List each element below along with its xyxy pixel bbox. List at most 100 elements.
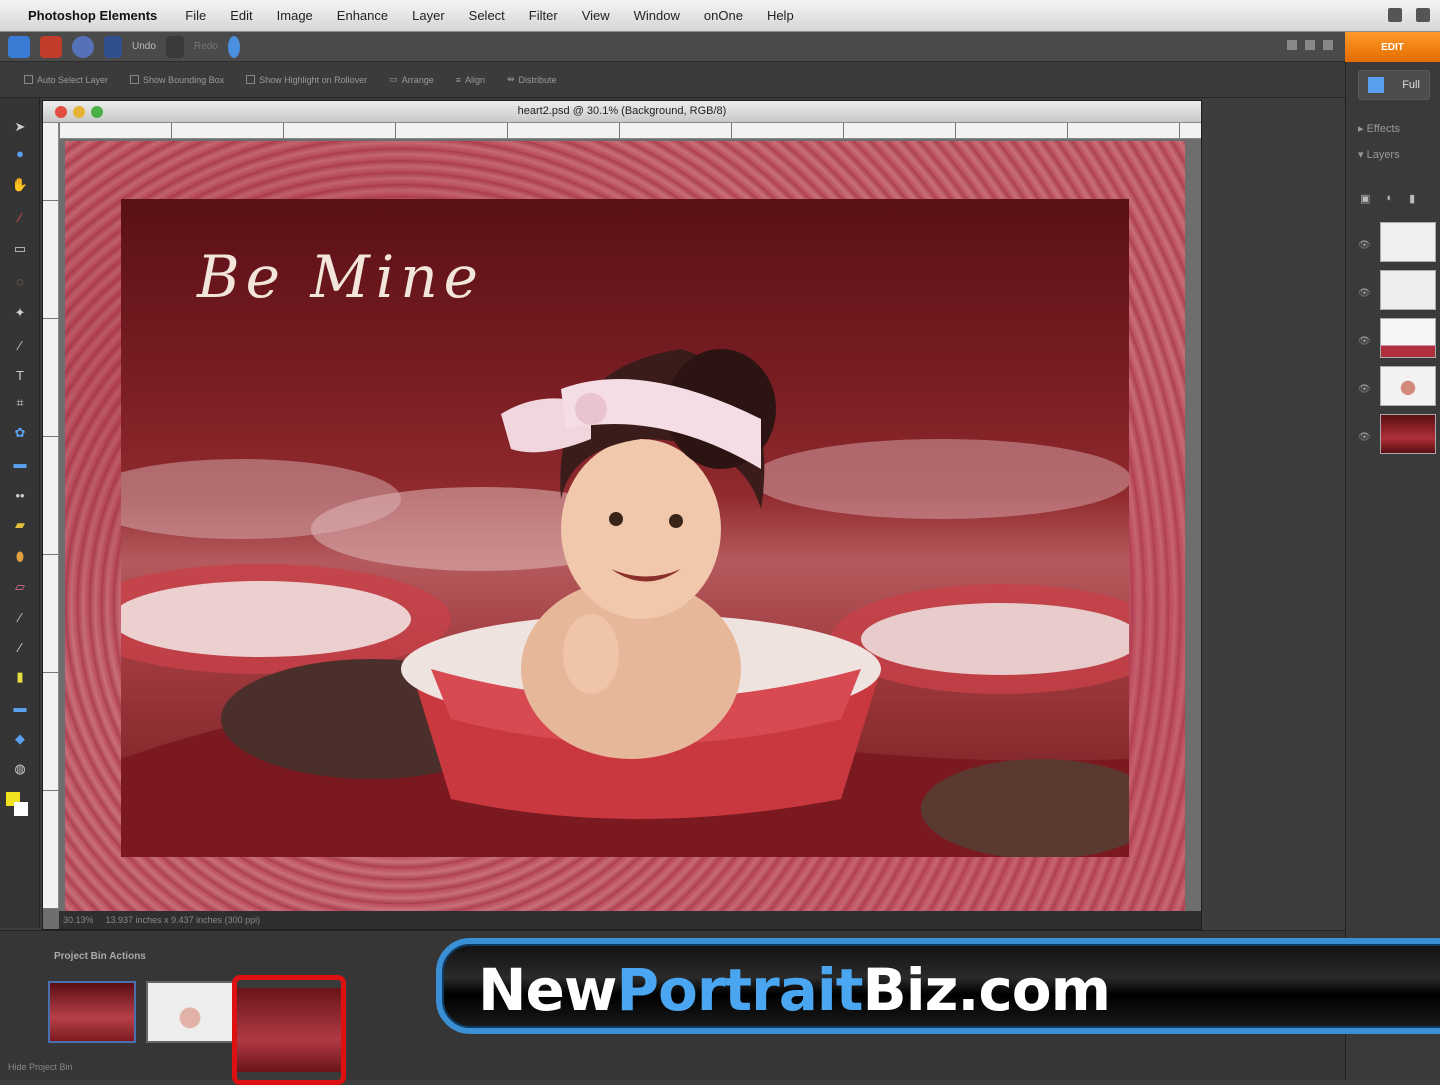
crop-tool-icon[interactable]: ⌗	[10, 394, 30, 412]
paint-bucket-icon[interactable]: ▮	[10, 668, 30, 686]
document-status-bar: 30.13% 13.937 inches x 9.437 inches (300…	[59, 911, 1201, 929]
option-show-highlight[interactable]: Show Highlight on Rollover	[246, 75, 367, 85]
menu-edit[interactable]: Edit	[230, 8, 252, 23]
visibility-icon[interactable]: 👁	[1358, 288, 1371, 299]
cookie-cutter-icon[interactable]: ✿	[10, 424, 30, 442]
image-canvas[interactable]: Be Mine	[65, 141, 1185, 913]
panel-effects-label: Effects	[1366, 123, 1401, 135]
layer-thumbnail	[1380, 414, 1436, 454]
maximize-icon[interactable]	[1323, 40, 1333, 50]
redo-icon[interactable]	[165, 35, 184, 58]
healing-brush-icon[interactable]: ▰	[10, 516, 30, 534]
magic-wand-icon[interactable]: ✦	[10, 304, 30, 322]
layer-row[interactable]: 👁	[1354, 222, 1436, 266]
display-icon[interactable]	[1388, 8, 1402, 22]
menu-select[interactable]: Select	[469, 8, 505, 23]
visibility-icon[interactable]: 👁	[1358, 432, 1371, 443]
background-color-swatch[interactable]	[14, 802, 28, 816]
tile-icon[interactable]	[1305, 40, 1315, 50]
tab-full[interactable]: Full	[1358, 70, 1430, 100]
hide-project-bin[interactable]: Hide Project Bin	[8, 1062, 73, 1072]
lasso-tool-icon[interactable]: ◌	[10, 272, 30, 290]
document-window: heart2.psd @ 30.1% (Background, RGB/8) B…	[42, 100, 1202, 930]
align-button[interactable]: ≡ Align	[456, 75, 485, 85]
organizer-icon[interactable]	[72, 35, 94, 58]
menu-bar: Photoshop Elements File Edit Image Enhan…	[0, 0, 1440, 32]
visibility-icon[interactable]: 👁	[1358, 336, 1371, 347]
menu-window[interactable]: Window	[634, 8, 680, 23]
move-tool-icon[interactable]: ➤	[10, 118, 30, 136]
zoom-tool-icon[interactable]: ●	[10, 144, 30, 162]
tab-full-label: Full	[1402, 79, 1420, 91]
document-size: 13.937 inches x 9.437 inches (300 ppi)	[105, 915, 261, 925]
gradient-tool-icon[interactable]: ▬	[10, 698, 30, 716]
menu-image[interactable]: Image	[277, 8, 313, 23]
layer-thumbnail	[1380, 366, 1436, 406]
marquee-tool-icon[interactable]: ▭	[10, 240, 30, 258]
panel-layers[interactable]: ▾ Layers	[1358, 148, 1400, 161]
menu-layer[interactable]: Layer	[412, 8, 445, 23]
tab-edit[interactable]: EDIT	[1345, 32, 1440, 62]
undo-icon[interactable]	[104, 35, 122, 58]
new-icon[interactable]	[8, 35, 30, 58]
option-label: Auto Select Layer	[37, 74, 109, 85]
battery-icon[interactable]	[1416, 8, 1430, 22]
undo-button[interactable]: Undo	[132, 41, 156, 52]
eraser-tool-icon[interactable]: ▱	[10, 578, 30, 596]
brush-tool-icon[interactable]: ⁄	[10, 608, 30, 626]
hand-tool-icon[interactable]: ✋	[10, 176, 30, 194]
option-label: Show Bounding Box	[143, 74, 225, 85]
document-titlebar[interactable]: heart2.psd @ 30.1% (Background, RGB/8)	[43, 101, 1201, 123]
menu-file[interactable]: File	[185, 8, 206, 23]
option-show-bounding-box[interactable]: Show Bounding Box	[130, 75, 224, 85]
redo-button[interactable]: Redo	[194, 41, 218, 52]
distribute-icon: ⇹	[507, 74, 515, 84]
help-icon[interactable]	[227, 35, 240, 58]
distribute-button[interactable]: ⇹ Distribute	[507, 74, 557, 85]
option-auto-select-layer[interactable]: Auto Select Layer	[24, 75, 108, 85]
red-eye-tool-icon[interactable]: ••	[10, 486, 30, 504]
delete-layer-icon[interactable]: ▮	[1409, 192, 1415, 205]
overlay-text: Be Mine	[197, 243, 484, 311]
panel-bin: Full ▸ Effects ▾ Layers ▣ ◐ ▮ 👁 👁 👁 👁 👁	[1345, 62, 1440, 1080]
menu-filter[interactable]: Filter	[529, 8, 558, 23]
bin-thumbnail[interactable]	[48, 981, 136, 1043]
type-tool-icon[interactable]: T	[10, 366, 30, 384]
watermark-part-1: New	[478, 956, 617, 1024]
visibility-icon[interactable]: 👁	[1358, 384, 1371, 395]
option-label: Arrange	[401, 74, 434, 85]
toolbox: ➤ ● ✋ ⁄ ▭ ◌ ✦ ⁄ T ⌗ ✿ ▬ •• ▰ ⬮ ▱ ⁄ ⁄ ▮ ▬…	[0, 98, 40, 928]
menu-onone[interactable]: onOne	[704, 8, 743, 23]
layer-thumbnail	[1380, 270, 1436, 310]
layer-row[interactable]: 👁	[1354, 318, 1436, 362]
project-bin-actions[interactable]: Project Bin Actions	[54, 951, 146, 962]
open-icon[interactable]	[40, 35, 62, 58]
bin-thumbnail-selected[interactable]	[232, 975, 346, 1085]
menu-help[interactable]: Help	[767, 8, 794, 23]
blur-tool-icon[interactable]: ◍	[10, 760, 30, 778]
layer-row[interactable]: 👁	[1354, 366, 1436, 410]
checkbox[interactable]	[24, 75, 33, 84]
straighten-tool-icon[interactable]: ▬	[10, 454, 30, 472]
panel-effects[interactable]: ▸ Effects	[1358, 122, 1400, 135]
arrange-button[interactable]: ▭ Arrange	[389, 74, 434, 85]
visibility-icon[interactable]: 👁	[1358, 240, 1371, 251]
selection-brush-icon[interactable]: ⁄	[10, 336, 30, 354]
layer-actions: ▣ ◐ ▮	[1360, 192, 1415, 205]
menu-enhance[interactable]: Enhance	[337, 8, 388, 23]
minimize-icon[interactable]	[1287, 40, 1297, 50]
smart-brush-icon[interactable]: ⁄	[10, 638, 30, 656]
menu-view[interactable]: View	[582, 8, 610, 23]
new-layer-icon[interactable]: ▣	[1360, 192, 1370, 205]
layer-row[interactable]: 👁	[1354, 270, 1436, 314]
app-menu[interactable]: Photoshop Elements	[28, 8, 157, 23]
layer-row[interactable]: 👁	[1354, 414, 1436, 458]
zoom-level[interactable]: 30.13%	[63, 915, 94, 925]
bin-thumbnail[interactable]	[146, 981, 234, 1043]
adjustment-layer-icon[interactable]: ◐	[1386, 192, 1393, 205]
checkbox[interactable]	[246, 75, 256, 84]
clone-stamp-icon[interactable]: ⬮	[10, 548, 30, 566]
checkbox[interactable]	[130, 75, 140, 84]
eyedropper-tool-icon[interactable]: ⁄	[10, 208, 30, 226]
shape-tool-icon[interactable]: ◆	[10, 730, 30, 748]
